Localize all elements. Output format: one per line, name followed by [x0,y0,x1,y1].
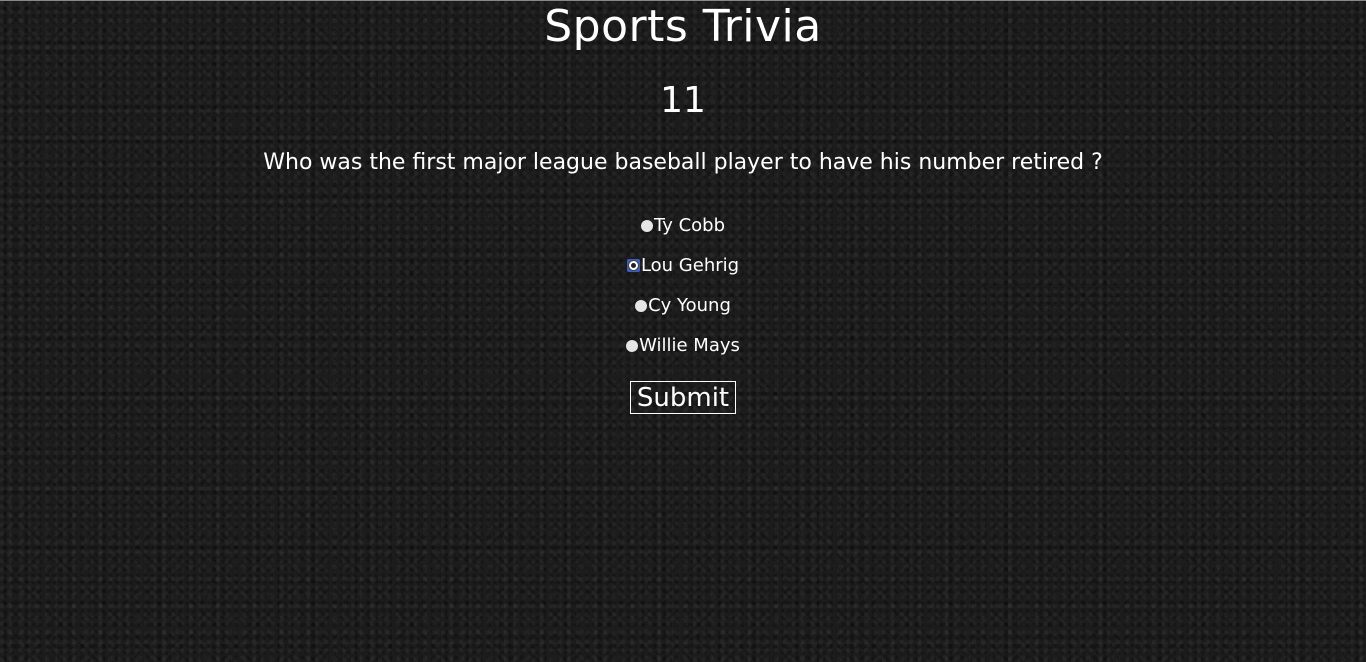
radio-button-icon[interactable] [626,340,639,352]
radio-button-icon[interactable] [635,300,648,312]
answer-option-label: Cy Young [648,295,731,316]
answer-option-ty-cobb[interactable]: Ty Cobb [0,212,1366,252]
submit-area: Submit [0,381,1366,414]
radio-button-icon[interactable] [626,259,640,272]
answer-option-lou-gehrig[interactable]: Lou Gehrig [0,252,1366,292]
question-text: Who was the first major league baseball … [263,150,1103,175]
submit-button[interactable]: Submit [629,381,737,414]
answer-option-willie-mays[interactable]: Willie Mays [0,332,1366,372]
answer-option-label: Lou Gehrig [640,255,740,276]
question-number: 11 [660,80,706,121]
answer-options: Ty Cobb Lou Gehrig Cy Young Willie Mays [0,212,1366,372]
answer-option-cy-young[interactable]: Cy Young [0,292,1366,332]
answer-option-label: Ty Cobb [654,215,725,236]
page-title: Sports Trivia [544,1,822,52]
answer-option-label: Willie Mays [639,335,740,356]
radio-button-icon[interactable] [641,220,653,232]
